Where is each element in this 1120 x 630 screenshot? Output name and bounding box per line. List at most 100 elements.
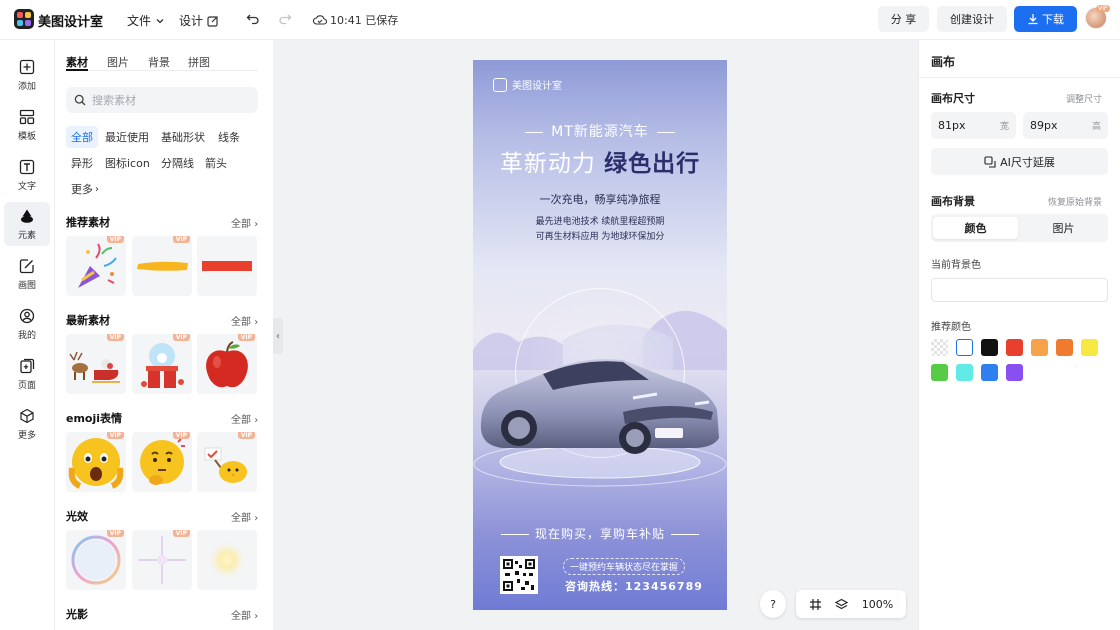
bg-image-tab[interactable]: 图片 (1021, 217, 1106, 239)
section-more-latest[interactable]: 全部 › (231, 313, 258, 328)
poster-scan-tip: 一键预约车辆状态尽在掌握 (563, 558, 686, 575)
section-title-latest: 最新素材 (66, 314, 110, 327)
more-label: 全部 (231, 415, 251, 426)
poster-promo-text: 现在购买，享购车补贴 (534, 527, 665, 541)
edit-icon (207, 15, 218, 27)
tab-images[interactable]: 图片 (107, 54, 129, 70)
width-field[interactable]: 81px 宽 (931, 112, 1016, 139)
material-thumb[interactable]: VIP (66, 334, 126, 394)
ai-expand-button[interactable]: AI尺寸延展 (931, 148, 1108, 175)
create-design-button[interactable]: 创建设计 (937, 6, 1007, 32)
chip-icons[interactable]: 图标icon (100, 152, 155, 174)
chip-more-label: 更多 (71, 183, 93, 196)
material-thumb[interactable] (197, 236, 257, 296)
height-unit: 高 (1091, 122, 1101, 132)
current-bg-color-swatch[interactable] (931, 278, 1108, 302)
redo-icon[interactable] (278, 11, 292, 25)
color-swatch[interactable] (1006, 364, 1023, 381)
app-logo-icon[interactable] (14, 9, 34, 29)
chip-arrows[interactable]: 箭头 (200, 152, 232, 174)
color-swatch[interactable] (981, 339, 998, 356)
help-button[interactable]: ? (760, 590, 786, 618)
section-title-emoji: emoji表情 (66, 412, 123, 425)
section-more-recommended[interactable]: 全部 › (231, 215, 258, 230)
color-swatch[interactable] (931, 364, 948, 381)
chip-basic-shapes[interactable]: 基础形状 (156, 126, 210, 148)
nav-elements[interactable]: 元素 (4, 202, 50, 246)
template-icon (19, 109, 35, 124)
design-menu[interactable]: 设计 (179, 12, 219, 29)
file-menu[interactable]: 文件 (127, 12, 165, 29)
material-thumb[interactable] (197, 530, 257, 590)
chip-recent[interactable]: 最近使用 (100, 126, 154, 148)
height-field[interactable]: 89px 高 (1023, 112, 1108, 139)
chip-all[interactable]: 全部 (66, 126, 98, 148)
material-thumb[interactable]: VIP (197, 432, 257, 492)
chevron-right-icon: › (254, 317, 259, 328)
material-thumb[interactable]: VIP (132, 530, 192, 590)
dash-line (525, 131, 544, 133)
vip-badge: VIP (237, 432, 255, 439)
color-swatch[interactable] (1031, 339, 1048, 356)
material-thumb[interactable]: VIP (132, 334, 192, 394)
tab-backgrounds[interactable]: 背景 (148, 54, 170, 70)
vip-badge: VIP (106, 334, 124, 341)
nav-add[interactable]: 添加 (4, 53, 50, 97)
color-swatch[interactable] (1081, 339, 1098, 356)
yellow-brush-stroke-icon (137, 261, 188, 271)
color-swatch[interactable] (931, 339, 948, 356)
color-swatch[interactable] (956, 364, 973, 381)
undo-icon[interactable] (246, 11, 260, 25)
chip-dividers[interactable]: 分隔线 (156, 152, 199, 174)
nav-pages[interactable]: 页面 (4, 352, 50, 396)
canvas-size-label: 画布尺寸 (931, 92, 975, 105)
download-button[interactable]: 下载 (1014, 6, 1077, 32)
color-swatch[interactable] (1056, 339, 1073, 356)
nav-draw[interactable]: 画图 (4, 252, 50, 296)
adjust-size-link[interactable]: 调整尺寸 (1066, 92, 1102, 105)
material-thumb[interactable]: VIP (132, 432, 192, 492)
section-more-light-shadow[interactable]: 全部 › (231, 607, 258, 622)
material-thumb[interactable]: VIP (66, 530, 126, 590)
qr-code-icon (503, 559, 535, 591)
vip-badge: VIP (106, 236, 124, 243)
nav-mine[interactable]: 我的 (4, 302, 50, 346)
search-input[interactable] (92, 93, 242, 107)
material-thumb[interactable]: VIP (66, 432, 126, 492)
chevron-down-icon (156, 18, 164, 23)
chip-more[interactable]: 更多 › (66, 178, 104, 200)
material-thumb[interactable]: VIP (197, 334, 257, 394)
cloud-check-icon (313, 15, 327, 25)
zoom-level[interactable]: 100% (862, 598, 893, 611)
vip-badge: VIP (172, 530, 190, 537)
chip-irregular[interactable]: 异形 (66, 152, 98, 174)
section-more-emoji[interactable]: 全部 › (231, 411, 258, 426)
vip-badge: VIP (106, 432, 124, 439)
nav-more-label: 更多 (17, 430, 36, 441)
layers-icon[interactable] (835, 598, 849, 611)
material-thumb[interactable]: VIP (66, 236, 126, 296)
color-swatch[interactable] (1006, 339, 1023, 356)
chip-lines[interactable]: 线条 (213, 126, 245, 148)
nav-template[interactable]: 模板 (4, 103, 50, 147)
material-search[interactable] (66, 87, 258, 113)
color-swatch[interactable] (981, 364, 998, 381)
section-more-light-effects[interactable]: 全部 › (231, 509, 258, 524)
design-menu-label: 设计 (179, 14, 204, 28)
reset-bg-link[interactable]: 恢复原始背景 (1048, 195, 1102, 208)
text-icon (19, 159, 35, 174)
nav-text[interactable]: 文字 (4, 153, 50, 197)
color-swatch[interactable] (956, 339, 973, 356)
nav-template-label: 模板 (17, 131, 36, 142)
bg-color-tab[interactable]: 颜色 (933, 217, 1018, 239)
poster-canvas[interactable]: 美图设计室 MT新能源汽车 革新动力 绿色出行 一次充电，畅享纯净旅程 最先进电… (473, 60, 727, 610)
material-thumb[interactable]: VIP (132, 236, 192, 296)
grid-icon[interactable] (809, 598, 822, 611)
tab-materials[interactable]: 素材 (66, 54, 88, 70)
active-tab-indicator (66, 69, 88, 71)
tab-collage[interactable]: 拼图 (188, 54, 210, 70)
nav-more[interactable]: 更多 (4, 402, 50, 446)
share-button[interactable]: 分 享 (878, 6, 929, 32)
reindeer-sleigh-icon (69, 351, 120, 383)
height-value: 89px (1030, 119, 1058, 132)
